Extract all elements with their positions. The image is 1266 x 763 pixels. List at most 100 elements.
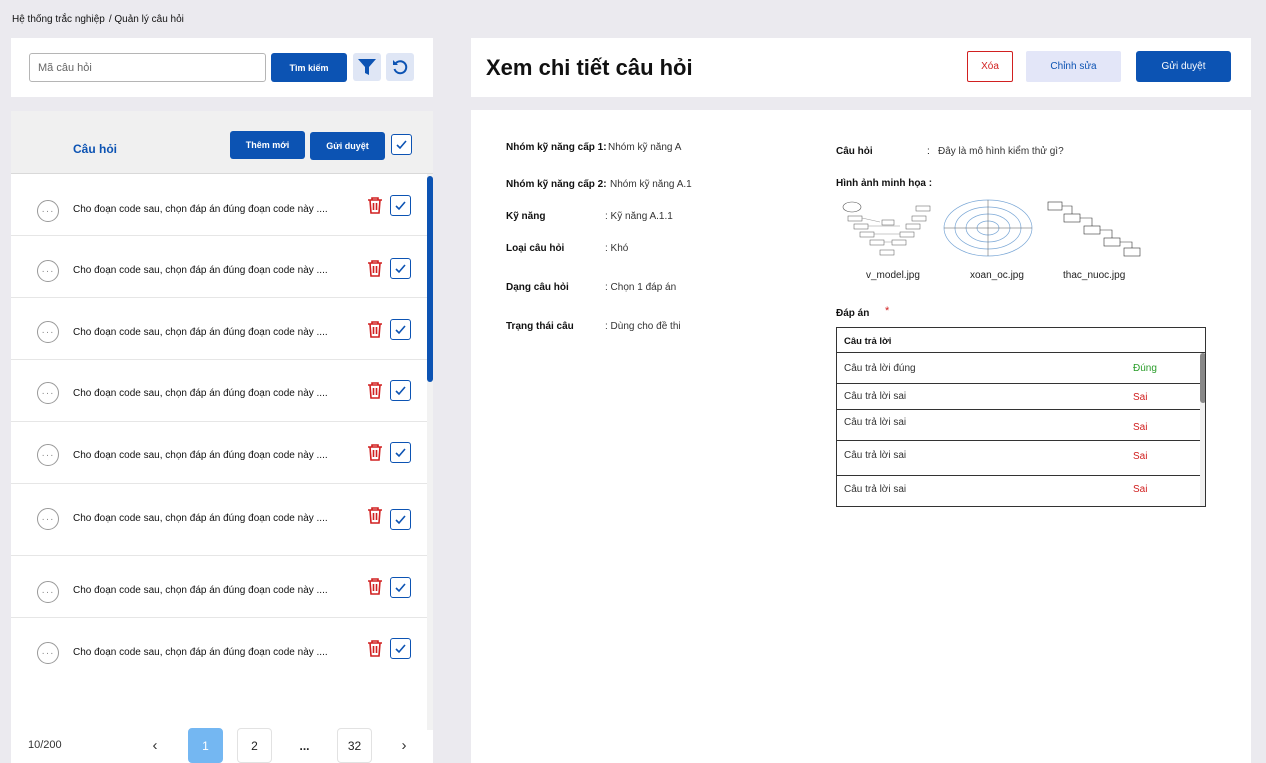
answer-status: Đúng (1133, 363, 1157, 374)
more-options-icon[interactable]: ··· (37, 260, 59, 282)
trash-icon[interactable] (367, 196, 383, 214)
answers-table-header: Câu trả lời (837, 328, 1205, 353)
answers-label: Đáp án (836, 308, 870, 319)
row-checkbox[interactable] (390, 195, 411, 216)
skill-group-2-value: Nhóm kỹ năng A.1 (610, 179, 692, 190)
question-text: Cho đoạn code sau, chọn đáp án đúng đoạn… (73, 647, 328, 658)
more-options-icon[interactable]: ··· (37, 321, 59, 343)
row-checkbox[interactable] (390, 638, 411, 659)
question-form-label: Dạng câu hỏi (506, 282, 569, 293)
more-options-icon[interactable]: ··· (37, 200, 59, 222)
page-button-1[interactable]: 1 (188, 728, 223, 763)
question-label: Câu hỏi (836, 146, 873, 157)
search-button[interactable]: Tìm kiếm (271, 53, 347, 82)
trash-icon[interactable] (367, 443, 383, 461)
row-checkbox[interactable] (390, 509, 411, 530)
question-text: Cho đoạn code sau, chọn đáp án đúng đoạn… (73, 513, 328, 524)
detail-body: Nhóm kỹ năng cấp 1: Nhóm kỹ năng A Nhóm … (471, 110, 1251, 763)
add-question-button[interactable]: Thêm mới (230, 131, 305, 159)
illustration-label: Hình ảnh minh họa : (836, 178, 933, 189)
filter-button[interactable] (353, 53, 381, 81)
more-options-icon[interactable]: ··· (37, 382, 59, 404)
trash-icon[interactable] (367, 259, 383, 277)
list-item[interactable]: ··· Cho đoạn code sau, chọn đáp án đúng … (11, 422, 427, 484)
row-checkbox[interactable] (390, 442, 411, 463)
waterfall-model-thumbnail[interactable] (1046, 196, 1144, 260)
answer-status: Sai (1133, 422, 1148, 433)
more-options-icon[interactable]: ··· (37, 508, 59, 530)
list-item[interactable]: ··· Cho đoạn code sau, chọn đáp án đúng … (11, 174, 427, 236)
refresh-button[interactable] (386, 53, 414, 81)
answer-row[interactable]: Câu trả lời đúng Đúng (837, 353, 1201, 384)
question-text: Cho đoạn code sau, chọn đáp án đúng đoạn… (73, 585, 328, 596)
question-text: Cho đoạn code sau, chọn đáp án đúng đoạn… (73, 327, 328, 338)
submit-selected-button[interactable]: Gửi duyệt (310, 132, 385, 160)
row-checkbox[interactable] (390, 319, 411, 340)
answer-row[interactable]: Câu trả lời sai Sai (837, 476, 1201, 506)
v-model-thumbnail[interactable] (840, 196, 932, 260)
row-checkbox[interactable] (390, 577, 411, 598)
question-type-label: Loại câu hỏi (506, 243, 565, 254)
checkmark-icon (395, 515, 406, 525)
next-page-button[interactable]: › (392, 729, 416, 761)
submit-review-button[interactable]: Gửi duyệt (1136, 51, 1231, 82)
answer-text: Câu trả lời đúng (844, 363, 916, 374)
more-options-icon[interactable]: ··· (37, 581, 59, 603)
list-item[interactable]: ··· Cho đoạn code sau, chọn đáp án đúng … (11, 298, 427, 360)
skill-group-1-value: Nhóm kỹ năng A (608, 142, 682, 153)
pagination-info: 10/200 (28, 739, 62, 751)
answers-scrollbar-thumb[interactable] (1200, 353, 1205, 403)
answer-text: Câu trả lời sai (844, 450, 907, 461)
question-list-header: Câu hỏi Thêm mới Gửi duyệt (11, 111, 433, 174)
skill-value: : Kỹ năng A.1.1 (605, 211, 673, 222)
list-item[interactable]: ··· Cho đoạn code sau, chọn đáp án đúng … (11, 236, 427, 298)
answer-row[interactable]: Câu trả lời sai Sai (837, 384, 1201, 410)
breadcrumb-root[interactable]: Hệ thống trắc nghiệp (12, 14, 105, 25)
breadcrumb: Hệ thống trắc nghiệp / Quản lý câu hỏi (12, 14, 184, 25)
question-text: Cho đoạn code sau, chọn đáp án đúng đoạn… (73, 265, 328, 276)
prev-page-button[interactable]: ‹ (143, 729, 167, 761)
answers-scrollbar[interactable] (1200, 353, 1205, 506)
answer-row[interactable]: Câu trả lời sai Sai (837, 441, 1201, 476)
question-text: Cho đoạn code sau, chọn đáp án đúng đoạn… (73, 388, 328, 399)
page-button-last[interactable]: 32 (337, 728, 372, 763)
trash-icon[interactable] (367, 506, 383, 524)
delete-button[interactable]: Xóa (967, 51, 1013, 82)
edit-button[interactable]: Chỉnh sửa (1026, 51, 1121, 82)
trash-icon[interactable] (367, 320, 383, 338)
required-marker: * (885, 305, 890, 317)
detail-header: Xem chi tiết câu hỏi Xóa Chỉnh sửa Gửi d… (471, 38, 1251, 97)
row-checkbox[interactable] (390, 380, 411, 401)
page-button-2[interactable]: 2 (237, 728, 272, 763)
checkmark-icon (395, 201, 406, 211)
list-item[interactable]: ··· Cho đoạn code sau, chọn đáp án đúng … (11, 618, 427, 680)
answer-status: Sai (1133, 451, 1148, 462)
spiral-model-filename: xoan_oc.jpg (970, 270, 1024, 281)
row-checkbox[interactable] (390, 258, 411, 279)
waterfall-model-filename: thac_nuoc.jpg (1063, 270, 1126, 281)
spiral-model-thumbnail[interactable] (940, 196, 1036, 260)
page-ellipsis: ... (299, 738, 310, 753)
list-item[interactable]: ··· Cho đoạn code sau, chọn đáp án đúng … (11, 360, 427, 422)
trash-icon[interactable] (367, 577, 383, 595)
question-type-value: : Khó (605, 243, 629, 254)
checkmark-icon (395, 448, 406, 458)
list-item[interactable]: ··· Cho đoạn code sau, chọn đáp án đúng … (11, 484, 427, 556)
search-input[interactable] (29, 53, 266, 82)
select-all-checkbox[interactable] (391, 134, 412, 155)
list-item[interactable]: ··· Cho đoạn code sau, chọn đáp án đúng … (11, 556, 427, 618)
trash-icon[interactable] (367, 381, 383, 399)
answer-row[interactable]: Câu trả lời sai Sai (837, 410, 1201, 441)
breadcrumb-current: / Quản lý câu hỏi (108, 14, 184, 25)
answer-text: Câu trả lời sai (844, 484, 907, 495)
answers-table: Câu trả lời Câu trả lời đúng Đúng Câu tr… (836, 327, 1206, 507)
list-scrollbar-thumb[interactable] (427, 176, 433, 382)
list-scrollbar[interactable] (427, 174, 433, 730)
question-form-value: : Chọn 1 đáp án (605, 282, 677, 293)
more-options-icon[interactable]: ··· (37, 642, 59, 664)
checkmark-icon (395, 325, 406, 335)
more-options-icon[interactable]: ··· (37, 444, 59, 466)
trash-icon[interactable] (367, 639, 383, 657)
skill-group-1-label: Nhóm kỹ năng cấp 1: (506, 142, 607, 153)
question-value: Đây là mô hình kiểm thử gì? (938, 146, 1064, 157)
